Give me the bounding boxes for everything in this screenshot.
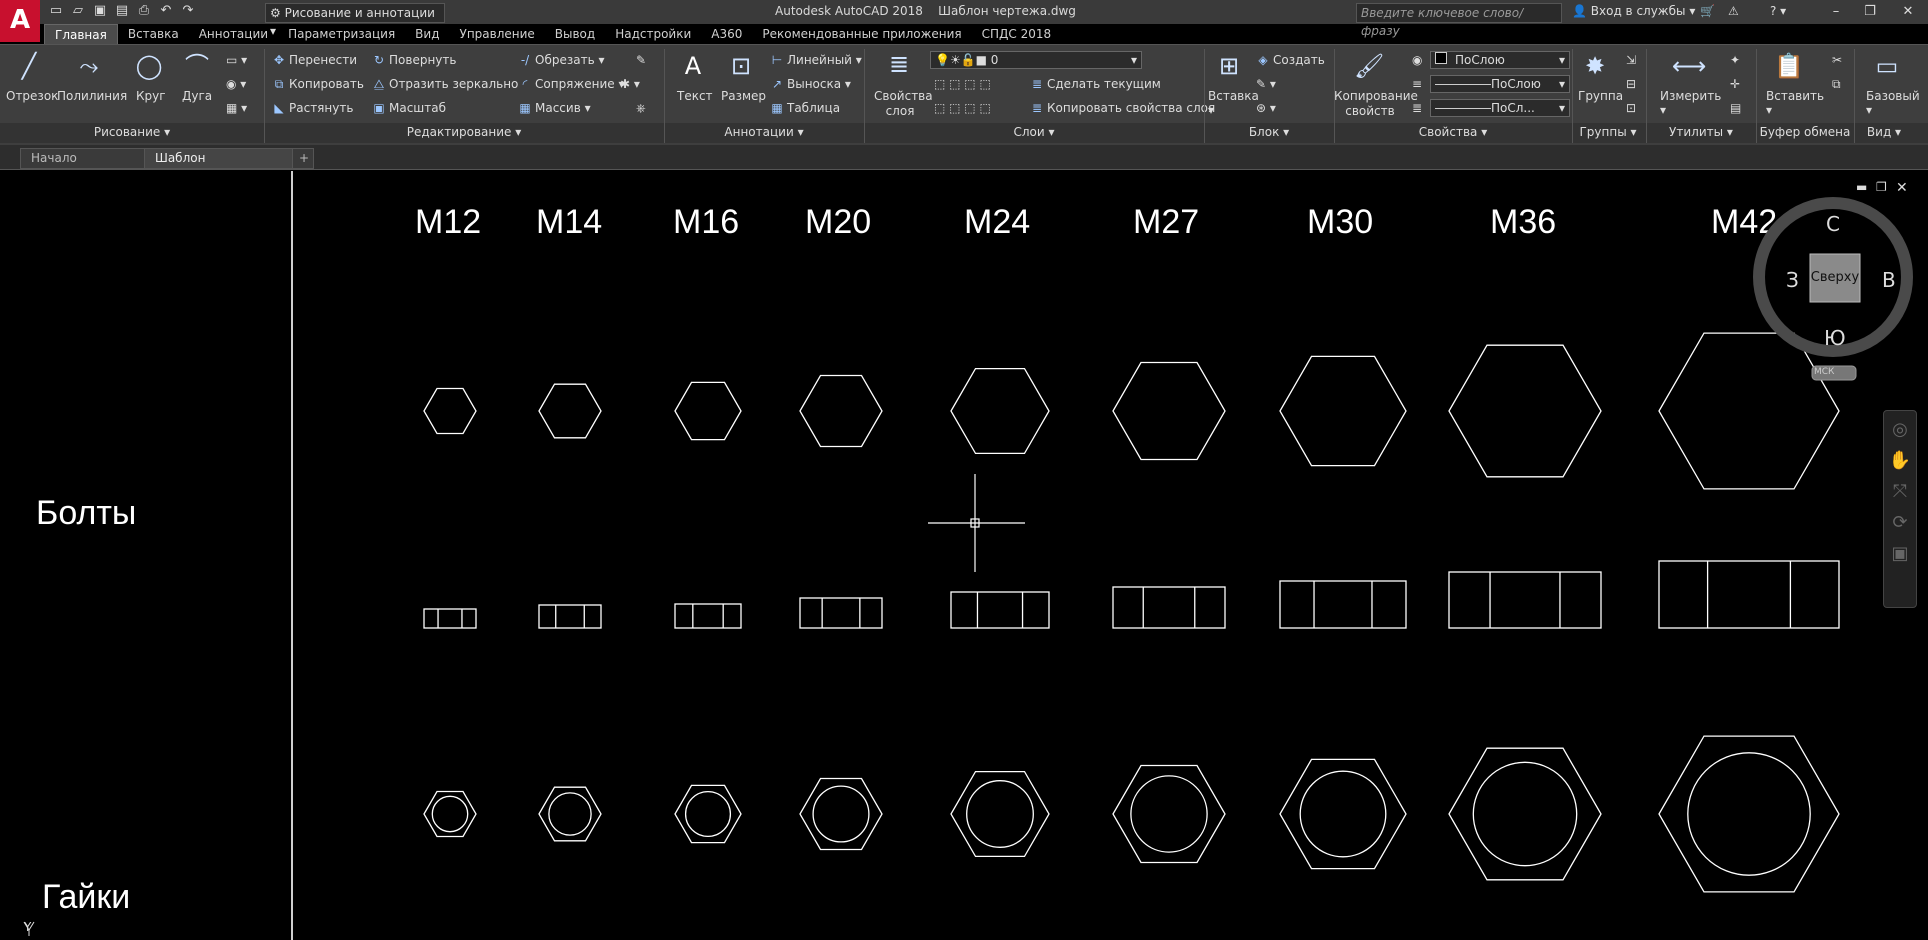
bolt-head-side-view[interactable] [1279,580,1407,629]
orbit-icon[interactable]: ⟳ [1884,512,1916,533]
nut-hole-circle[interactable] [966,780,1034,848]
nut-hole-circle[interactable] [1472,761,1578,867]
nut-hole-circle[interactable] [1687,752,1811,876]
bolt-head-side-view[interactable] [799,597,883,629]
viewcube-west[interactable]: З [1786,268,1799,292]
bolt-head-hexagon[interactable] [1279,355,1407,467]
nut-hole-circle[interactable] [548,792,592,836]
bolt-head-hexagon[interactable] [1658,332,1840,490]
showmotion-icon[interactable]: ▣ [1884,543,1916,564]
bolt-head-side-view[interactable] [1112,586,1226,629]
bolt-head-side-view[interactable] [423,608,477,629]
bolt-head-side-view[interactable] [950,591,1050,629]
nut-hexagon[interactable] [1112,764,1226,864]
pan-icon[interactable]: ✋ [1884,450,1916,471]
nut-hexagon[interactable] [799,777,883,851]
steering-wheel-icon[interactable]: ◎ [1884,419,1916,440]
nut-hole-circle[interactable] [431,795,469,833]
bolt-head-hexagon[interactable] [674,381,742,441]
nut-hexagon[interactable] [950,770,1050,858]
nut-hexagon[interactable] [674,784,742,844]
nut-hexagon[interactable] [1279,758,1407,870]
bolt-head-hexagon[interactable] [423,387,477,435]
nut-hole-circle[interactable] [1130,775,1208,853]
ucs-label: Y [24,920,32,934]
viewcube-east[interactable]: В [1882,268,1896,292]
bolt-head-hexagon[interactable] [538,383,602,439]
nut-hole-circle[interactable] [684,790,732,838]
viewcube-top-face[interactable]: Сверху [1810,270,1860,285]
navigation-bar: ◎ ✋ ⤧ ⟳ ▣ [1883,410,1917,608]
zoom-extents-icon[interactable]: ⤧ [1884,481,1916,502]
crosshair-cursor [928,474,1025,572]
bolt-head-side-view[interactable] [538,604,602,629]
wcs-menu[interactable]: МСК [1814,367,1854,377]
bolt-head-hexagon[interactable] [799,374,883,448]
bolt-head-hexagon[interactable] [1448,344,1602,478]
viewcube-south[interactable]: Ю [1824,326,1846,350]
bolt-head-side-view[interactable] [1448,571,1602,629]
cad-drawing[interactable] [0,0,1928,940]
nut-hexagon[interactable] [1658,735,1840,893]
nut-hole-circle[interactable] [812,785,870,843]
bolt-head-side-view[interactable] [1658,560,1840,629]
nut-hexagon[interactable] [1448,747,1602,881]
viewcube-north[interactable]: С [1826,212,1840,236]
bolt-head-hexagon[interactable] [950,367,1050,455]
bolt-head-hexagon[interactable] [1112,361,1226,461]
bolt-head-side-view[interactable] [674,603,742,629]
nut-hole-circle[interactable] [1299,770,1387,858]
